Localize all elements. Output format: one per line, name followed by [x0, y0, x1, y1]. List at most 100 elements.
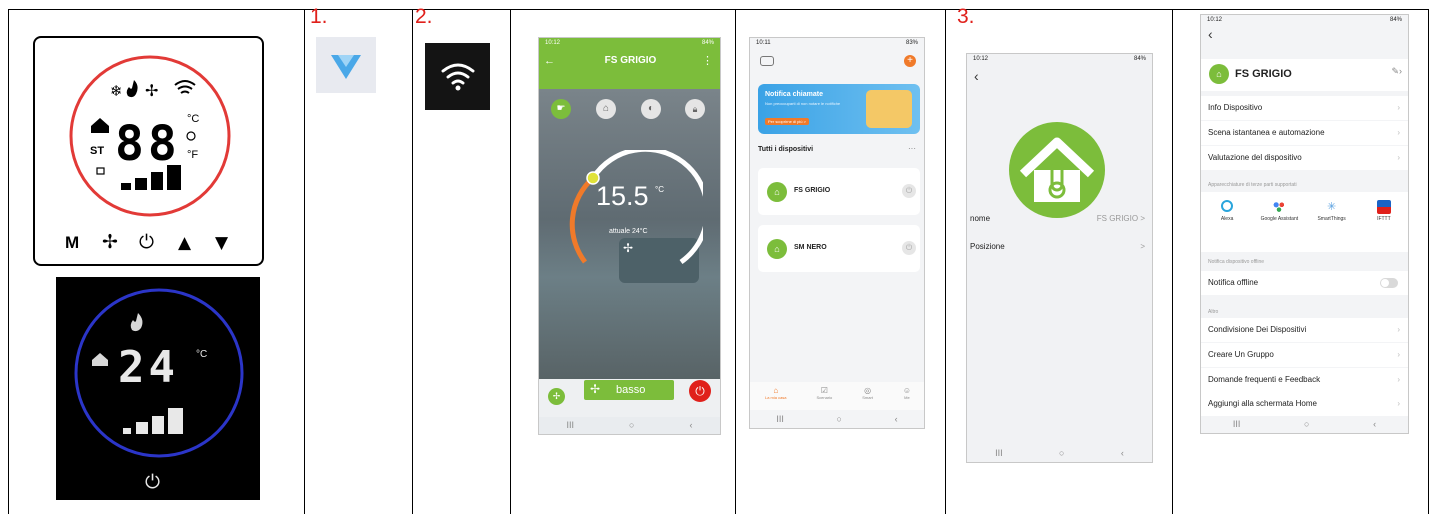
row-faq[interactable]: Domande frequenti e Feedback › [1201, 368, 1408, 392]
phone-device-screen: 10:12 84% ‹ nome FS GRIGIO > Posizione > … [966, 53, 1153, 463]
more-menu-icon[interactable]: ⋮ [702, 54, 713, 67]
device-header: ⌂ FS GRIGIO ✎› [1201, 59, 1408, 91]
add-device-button[interactable]: + [904, 55, 916, 67]
column-divider-6 [1172, 9, 1173, 514]
alexa-icon [1221, 200, 1234, 212]
target-temperature: 15.5 [596, 181, 649, 211]
home-button-icon[interactable]: ○ [1059, 448, 1064, 458]
chevron-left-icon[interactable]: ‹ [1208, 26, 1213, 42]
home-button-icon[interactable]: ○ [1304, 419, 1309, 429]
recents-icon[interactable]: III [1233, 419, 1241, 429]
recents-icon[interactable]: III [995, 448, 1003, 458]
fan-speed-icon[interactable]: ✢ [548, 388, 565, 405]
power-icon[interactable]: ⏻ [902, 184, 916, 198]
power-button[interactable]: ⏻ [689, 380, 711, 402]
android-nav-bar: III ○ ‹ [539, 416, 720, 434]
row-name[interactable]: nome FS GRIGIO > [967, 207, 1152, 231]
thermostat-black-face: 24 °C ⏻ [74, 288, 244, 493]
smartconfig-icon-tile [316, 37, 376, 93]
promo-banner[interactable]: Notifica chiamate Non preoccuparti di no… [758, 84, 920, 134]
row-position[interactable]: Posizione > [967, 235, 1152, 259]
status-bar: 10:12 84% [1207, 17, 1402, 23]
home-button-icon[interactable]: ○ [837, 414, 842, 424]
row-group[interactable]: Creare Un Gruppo › [1201, 343, 1408, 367]
phone-settings-screen: 10:12 84% ‹ ⌂ FS GRIGIO ✎› Info Dispositi… [1200, 14, 1409, 434]
mode-eco-icon[interactable]: ◐ [641, 99, 661, 119]
google-assistant-icon [1272, 200, 1287, 212]
mode-home-icon[interactable]: ⌂ [596, 99, 616, 119]
service-alexa[interactable]: Alexa [1207, 200, 1247, 252]
back-icon[interactable]: ‹ [1373, 419, 1376, 429]
thermometer-house-icon: ⌂ [767, 239, 787, 259]
tab-scenario[interactable]: ☑ Scenario [816, 382, 832, 410]
row-info-device[interactable]: Info Dispositivo › [1201, 96, 1408, 120]
back-icon[interactable]: ‹ [689, 420, 692, 430]
lock-icon[interactable]: 🔒︎ [685, 99, 705, 119]
flame-icon [130, 313, 143, 332]
mode-button: M [65, 233, 79, 252]
back-icon[interactable]: ‹ [1121, 448, 1124, 458]
fan-icon: ✢ [623, 241, 634, 255]
other-header: Altro [1208, 309, 1219, 315]
column-divider-4 [735, 9, 736, 514]
thermostat-black-panel: 24 °C ⏻ [56, 277, 260, 500]
devices-section-title: Tutti i dispositivi [758, 146, 814, 153]
tab-home[interactable]: ⌂ La mia casa [765, 382, 787, 410]
banner-illustration [866, 90, 912, 128]
power-icon[interactable]: ⏻ [902, 241, 916, 255]
row-rating[interactable]: Valutazione del dispositivo › [1201, 146, 1408, 170]
temperature-digits: 24 [118, 342, 179, 393]
wifi-icon [174, 80, 196, 94]
wallet-icon[interactable] [760, 56, 774, 66]
tab-smart[interactable]: ◎ Smart [862, 382, 873, 410]
mode-manual-icon[interactable]: ☛ [551, 99, 571, 119]
third-party-header: Apparecchiature di terze parti supportat… [1208, 182, 1297, 188]
service-google[interactable]: Google Assistant [1259, 200, 1299, 252]
offline-toggle[interactable] [1380, 278, 1398, 288]
smartthings-icon: ✳ [1327, 201, 1337, 213]
tab-me[interactable]: ☺ Me [903, 382, 911, 410]
fan-icon: ✢ [590, 382, 601, 396]
back-icon[interactable]: ‹ [895, 414, 898, 424]
recents-icon[interactable]: III [567, 420, 575, 430]
step-number-3: 3. [957, 5, 975, 28]
banner-button[interactable]: Per scoprirne di più > [765, 118, 809, 125]
temperature-dial[interactable] [563, 150, 703, 290]
thermostat-white-panel: ❄ ✢ ST 88 °C °F M ✢ ⏻ ▲ ▼ [33, 36, 264, 266]
thermometer-house-icon: ⌂ [1209, 64, 1229, 84]
row-add-home[interactable]: Aggiungi alla schermata Home › [1201, 392, 1408, 416]
step-number-2: 2. [415, 5, 433, 28]
column-divider-1 [304, 9, 305, 514]
phone-home-screen: 10:11 83% + Notifica chiamate Non preoccu… [749, 37, 925, 429]
svg-text:ST: ST [90, 145, 104, 157]
device-card-fs-grigio[interactable]: ⌂ FS GRIGIO ⏻ [758, 168, 920, 215]
signal-bars-icon [123, 408, 183, 434]
column-divider-3 [510, 9, 511, 514]
fan-icon: ✢ [145, 81, 158, 100]
recents-icon[interactable]: III [776, 414, 784, 424]
column-divider-2 [412, 9, 413, 514]
fan-speed-button[interactable]: ✢ basso [584, 380, 674, 400]
power-button: ⏻ [139, 231, 154, 253]
ifttt-icon [1376, 200, 1391, 214]
chevron-left-icon[interactable]: ‹ [974, 68, 979, 84]
service-smartthings[interactable]: ✳ SmartThings [1312, 200, 1352, 252]
row-offline-notification: Notifica offline [1201, 271, 1408, 295]
snowflake-icon: ❄ [110, 82, 123, 100]
section-more-button[interactable]: ··· [908, 144, 916, 153]
offline-header: Notifica dispositivo offline [1208, 259, 1265, 265]
home-icon [92, 353, 108, 366]
edit-name-icon[interactable]: ✎› [1391, 66, 1402, 77]
instruction-sheet: ❄ ✢ ST 88 °C °F M ✢ ⏻ ▲ ▼ 24 °C ⏻ 1. 2. … [0, 0, 1429, 514]
wifi-icon-tile [425, 43, 490, 110]
svg-text:°C: °C [196, 349, 207, 360]
row-share[interactable]: Condivisione Dei Dispositivi › [1201, 318, 1408, 342]
third-party-services: Alexa Google Assistant ✳ SmartThings IFTT… [1201, 192, 1408, 252]
temperature-unit: °C [655, 185, 664, 194]
service-ifttt[interactable]: IFTTT [1364, 200, 1404, 252]
row-scene[interactable]: Scena istantanea e automazione › [1201, 121, 1408, 145]
device-card-sm-nero[interactable]: ⌂ SM NERO ⏻ [758, 225, 920, 272]
column-divider-5 [945, 9, 946, 514]
clock-icon [186, 131, 196, 141]
home-button-icon[interactable]: ○ [629, 420, 634, 430]
